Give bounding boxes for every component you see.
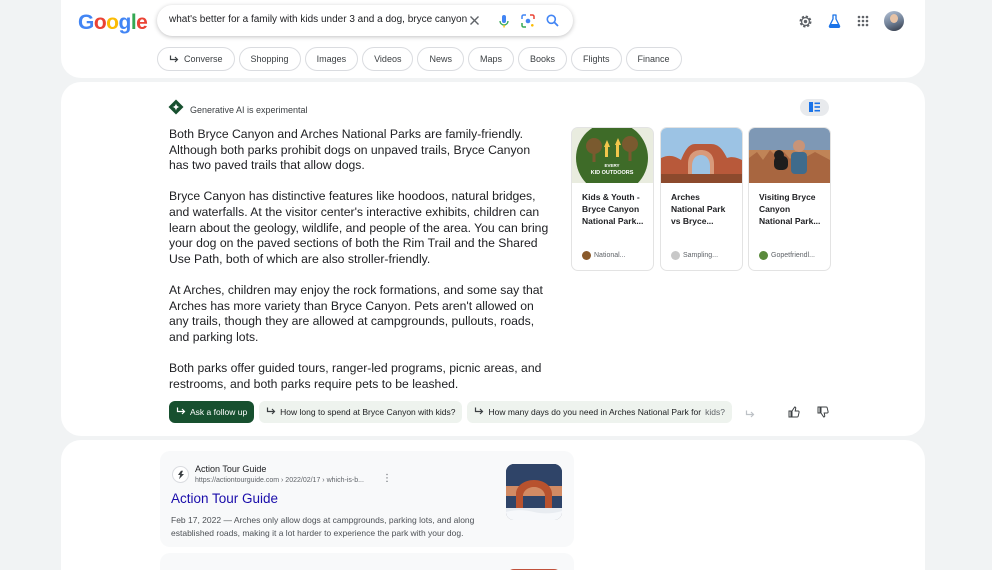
result-date: Feb 17, 2022 — [171, 515, 222, 525]
more-options-icon[interactable]: ⋮ — [382, 473, 392, 484]
ask-follow-up-label: Ask a follow up — [190, 407, 248, 417]
tab-label: Videos — [374, 54, 402, 64]
ai-paragraph: Both Bryce Canyon and Arches National Pa… — [169, 127, 531, 173]
source-image-text-line: KID OUTDOORS — [591, 170, 634, 176]
tab-news[interactable]: News — [417, 47, 464, 71]
suggested-question-label: How long to spend at Bryce Canyon with k… — [280, 407, 456, 417]
experimental-label: Generative AI is experimental — [190, 104, 308, 115]
source-card[interactable]: EVERY KID OUTDOORS Kids & Youth - Bryce … — [572, 128, 653, 270]
tab-label: Flights — [583, 54, 610, 64]
result-snippet: Feb 17, 2022 — Arches only allow dogs at… — [171, 515, 475, 538]
result-title-link[interactable]: Action Tour Guide — [171, 491, 278, 506]
ai-paragraph: At Arches, children may enjoy the rock f… — [169, 282, 543, 344]
more-suggestions-arrow-icon[interactable] — [742, 406, 758, 422]
source-title: Arches National Park vs Bryce... — [671, 192, 726, 226]
ask-follow-up-button[interactable]: Ask a follow up — [169, 401, 255, 423]
source-site: Gopetfriendl... — [759, 251, 815, 260]
apps-grid-icon[interactable] — [855, 13, 871, 29]
result-favicon-icon — [172, 466, 189, 483]
search-bar — [157, 5, 573, 36]
tab-label: Images — [316, 54, 347, 64]
source-title: Visiting Bryce Canyon National Park... — [759, 192, 821, 226]
microphone-icon[interactable] — [496, 13, 511, 28]
tab-videos[interactable]: Videos — [362, 47, 414, 71]
result-url: https://actiontourguide.com › 2022/02/17… — [195, 477, 364, 484]
source-image-arch — [661, 128, 742, 183]
source-card[interactable]: Arches National Park vs Bryce... Samplin… — [661, 128, 742, 270]
result-url-path: 2022/02/17 — [285, 477, 321, 484]
suggested-question-label: How many days do you need in Arches Nati… — [488, 407, 702, 417]
gear-icon[interactable] — [797, 13, 813, 29]
converse-arrow-icon — [169, 55, 179, 64]
labs-flask-icon[interactable] — [826, 13, 842, 29]
nps-favicon-icon — [582, 251, 591, 260]
search-result — [160, 553, 574, 570]
list-layout-icon — [809, 99, 820, 117]
suggested-question-chip[interactable]: How long to spend at Bryce Canyon with k… — [259, 401, 463, 423]
ai-paragraph: Both parks offer guided tours, ranger-le… — [169, 360, 542, 391]
follow-arrow-icon — [266, 407, 276, 418]
tab-label: Books — [529, 54, 555, 64]
suggested-question-chip[interactable]: How many days do you need in Arches Nati… — [467, 401, 732, 423]
header-bar: Google what's better for a family with k… — [61, 0, 925, 78]
tab-converse[interactable]: Converse — [157, 47, 235, 71]
tab-images[interactable]: Images — [304, 47, 359, 71]
lens-icon[interactable] — [520, 13, 535, 28]
result-url-path: which-is-b... — [326, 477, 364, 484]
result-thumbnail[interactable] — [506, 464, 562, 520]
google-logo[interactable]: Google — [78, 11, 148, 35]
result-url-base: https://actiontourguide.com — [195, 477, 280, 484]
thumbs-up-icon[interactable] — [786, 404, 802, 420]
layout-toggle-button[interactable] — [800, 99, 829, 116]
results-card: Action Tour Guide https://actiontourguid… — [61, 440, 925, 570]
tab-label: Finance — [637, 54, 670, 64]
site-favicon-icon — [759, 251, 768, 260]
source-image-hiker-dog — [749, 128, 830, 183]
search-input[interactable] — [169, 14, 467, 25]
close-icon[interactable] — [467, 13, 482, 28]
source-site-name: Sampling... — [683, 252, 719, 259]
source-card[interactable]: Visiting Bryce Canyon National Park... G… — [749, 128, 830, 270]
tab-label: Converse — [184, 54, 223, 64]
ai-answer-text: Both Bryce Canyon and Arches National Pa… — [169, 127, 549, 408]
tab-label: Shopping — [250, 54, 289, 64]
ai-overview-card: Generative AI is experimental Both Bryce… — [61, 82, 925, 436]
search-icon[interactable] — [545, 13, 560, 28]
source-title: Kids & Youth - Bryce Canyon National Par… — [582, 192, 644, 226]
tab-maps[interactable]: Maps — [467, 47, 514, 71]
follow-arrow-icon — [176, 407, 186, 418]
site-favicon-icon — [671, 251, 680, 260]
source-image-text-line: EVERY — [604, 163, 619, 168]
thumbs-down-icon[interactable] — [815, 404, 831, 420]
ai-paragraph: Bryce Canyon has distinctive features li… — [169, 189, 549, 266]
ai-header: Generative AI is experimental — [168, 99, 308, 120]
tab-flights[interactable]: Flights — [571, 47, 622, 71]
search-result: Action Tour Guide https://actiontourguid… — [160, 451, 574, 547]
avatar[interactable] — [884, 11, 904, 31]
source-site-name: National... — [594, 252, 626, 259]
tab-label: Maps — [479, 54, 502, 64]
tab-label: News — [429, 54, 452, 64]
tab-books[interactable]: Books — [517, 47, 567, 71]
tab-shopping[interactable]: Shopping — [238, 47, 301, 71]
source-site: National... — [582, 251, 626, 260]
source-image-every-kid-outdoors: EVERY KID OUTDOORS — [572, 128, 653, 183]
source-site: Sampling... — [671, 251, 718, 260]
result-site-name: Action Tour Guide — [195, 464, 267, 474]
tab-finance[interactable]: Finance — [625, 47, 682, 71]
follow-up-row: Ask a follow up How long to spend at Bry… — [169, 401, 732, 423]
search-tabs: Converse Shopping Images Videos News Map… — [157, 47, 682, 71]
follow-arrow-icon — [474, 407, 484, 418]
sge-diamond-icon — [168, 99, 184, 120]
suggested-question-tail: kids? — [705, 407, 725, 417]
source-site-name: Gopetfriendl... — [771, 252, 815, 259]
